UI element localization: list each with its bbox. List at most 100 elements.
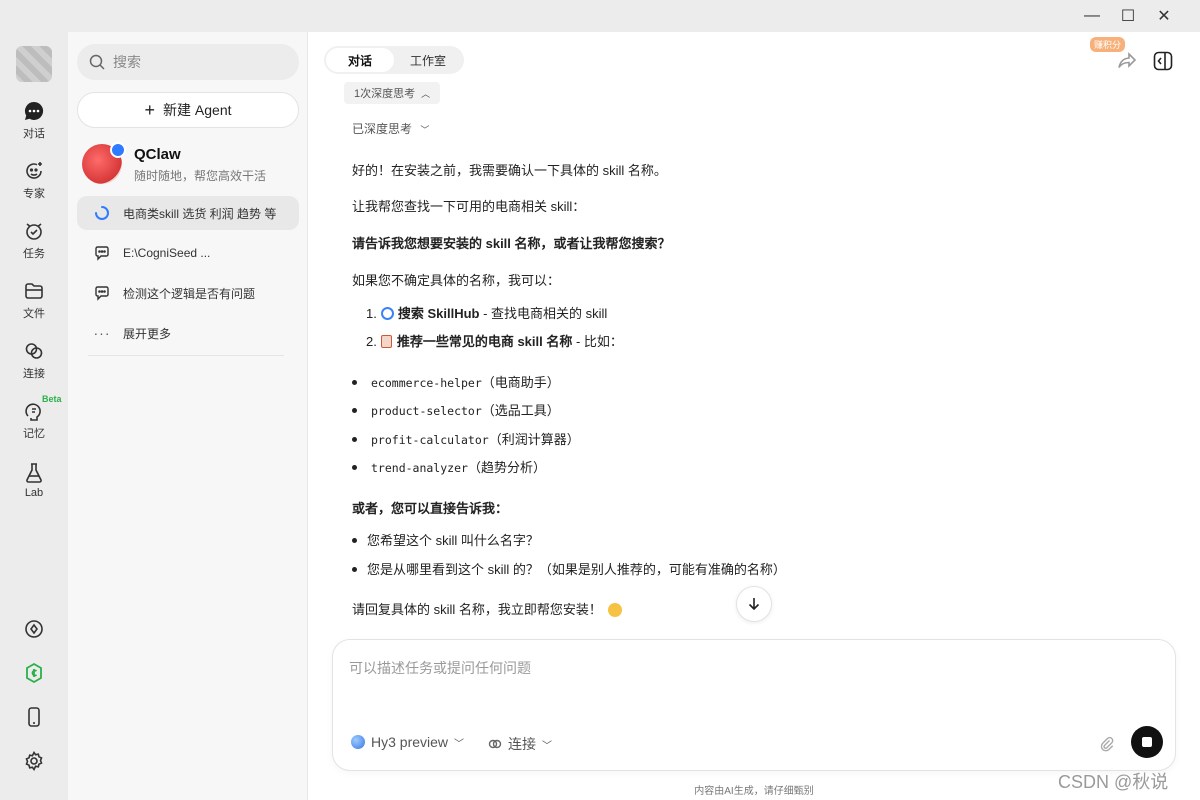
- bullet-dot: [352, 408, 357, 414]
- skill-list-item: trend-analyzer（趋势分析）: [352, 457, 546, 476]
- toggle-panel-button[interactable]: [1152, 50, 1174, 72]
- chat-item[interactable]: 检测这个逻辑是否有问题: [77, 276, 299, 310]
- attach-button[interactable]: [1097, 734, 1117, 754]
- chevron-up-icon: ︿: [421, 88, 431, 99]
- rail-item-files[interactable]: 文件: [0, 280, 68, 321]
- side-panel-icon: [1153, 51, 1173, 71]
- tab-chat[interactable]: 对话: [326, 48, 394, 72]
- share-arrow-icon: [1118, 52, 1137, 68]
- user-avatar[interactable]: [16, 46, 52, 82]
- expand-more-label: 展开更多: [123, 326, 172, 341]
- close-window-button[interactable]: ✕: [1154, 6, 1174, 26]
- chat-item[interactable]: E:\CogniSeed ...: [77, 236, 299, 270]
- model-name: Hy3 preview: [371, 734, 449, 750]
- ordered-list-item: 1. 搜索 SkillHub - 查找电商相关的 skill: [366, 303, 607, 322]
- deep-think-done-toggle[interactable]: 已深度思考 ﹀: [352, 120, 429, 137]
- agent-card[interactable]: QClaw 随时随地，帮您高效干活: [82, 142, 292, 188]
- rail-label: 专家: [23, 188, 45, 200]
- skill-code: ecommerce-helper: [371, 376, 482, 390]
- scroll-to-bottom-button[interactable]: [736, 586, 772, 622]
- rail-mobile-button[interactable]: [0, 706, 68, 728]
- chat-bubble-icon: [93, 285, 111, 301]
- skill-list-item: product-selector（选品工具）: [352, 400, 560, 419]
- plus-icon: +: [144, 100, 156, 120]
- chat-item-title: 电商类skill 选货 利润 趋势 等: [123, 206, 277, 221]
- chevron-down-icon: ﹀: [542, 740, 552, 752]
- rail-credits-button[interactable]: [0, 662, 68, 684]
- message-bold-paragraph: 或者，您可以直接告诉我：: [352, 501, 509, 516]
- new-agent-button[interactable]: + 新建 Agent: [77, 92, 299, 128]
- bullet-dot: [352, 465, 357, 471]
- chat-item-active[interactable]: 电商类skill 选货 利润 趋势 等: [77, 196, 299, 230]
- message-bold-paragraph: 请告诉我您想要安装的 skill 名称，或者让我帮您搜索？: [352, 236, 671, 251]
- bullet-dot: [352, 567, 357, 573]
- search-input[interactable]: [113, 54, 283, 70]
- chat-bubble-icon: [24, 101, 44, 120]
- deep-think-count-toggle[interactable]: 1次深度思考 ︿: [344, 82, 441, 104]
- stop-icon: [1142, 737, 1152, 747]
- stop-generation-button[interactable]: [1131, 726, 1163, 758]
- arrow-down-icon: [748, 598, 760, 611]
- list-bold-text: 搜索 SkillHub: [397, 306, 480, 321]
- connect-selector[interactable]: 连接 ﹀: [487, 734, 552, 754]
- rail-explore-button[interactable]: [0, 618, 68, 640]
- rail-item-expert[interactable]: 专家: [0, 160, 68, 201]
- expert-face-icon: [26, 162, 42, 179]
- prompt-input[interactable]: [349, 658, 1149, 708]
- watermark: CSDN @秋说: [1058, 772, 1169, 792]
- tab-studio[interactable]: 工作室: [394, 48, 462, 72]
- agent-subtitle: 随时随地，帮您高效干活: [134, 169, 267, 183]
- rail-settings-button[interactable]: [0, 750, 68, 772]
- deep-think-count: 1次深度思考: [354, 88, 416, 100]
- flask-icon: [26, 463, 42, 483]
- magnifier-emoji-icon: [380, 307, 394, 321]
- list-rest-text: - 比如：: [572, 334, 623, 349]
- compass-icon: [25, 620, 43, 638]
- loading-spinner-icon: [93, 205, 111, 221]
- rail-item-task[interactable]: 任务: [0, 220, 68, 261]
- minimize-button[interactable]: —: [1082, 6, 1102, 26]
- rail-item-lab[interactable]: Lab: [0, 462, 68, 499]
- title-bar: — ☐ ✕: [0, 0, 1200, 32]
- skill-desc: （利润计算器）: [488, 432, 580, 447]
- expand-more-button[interactable]: ··· 展开更多: [77, 316, 299, 350]
- gear-icon: [25, 750, 43, 772]
- folder-icon: [25, 283, 43, 299]
- maximize-button[interactable]: ☐: [1118, 6, 1138, 26]
- maximize-icon: ☐: [1120, 8, 1136, 25]
- link-icon: [25, 343, 43, 359]
- mode-tabs: 对话 工作室: [324, 46, 464, 74]
- sidebar: + 新建 Agent QClaw 随时随地，帮您高效干活 电商类skill 选货…: [68, 32, 308, 800]
- search-icon: [89, 54, 105, 70]
- bullet-dot: [352, 437, 357, 443]
- rail-label: Lab: [24, 487, 44, 499]
- skill-list-item: profit-calculator（利润计算器）: [352, 429, 580, 448]
- share-button[interactable]: [1116, 50, 1138, 72]
- list-bold-text: 推荐一些常见的电商 skill 名称: [396, 334, 573, 349]
- message-paragraph: 让我帮您查找一下可用的电商相关 skill：: [352, 199, 586, 214]
- chevron-down-icon: ﹀: [454, 738, 465, 750]
- bullet-dot: [352, 380, 357, 386]
- rail-item-connect[interactable]: 连接: [0, 340, 68, 381]
- question-text: 您希望这个 skill 叫什么名字？: [367, 533, 539, 548]
- paperclip-icon: [1100, 736, 1114, 752]
- rail-item-chat[interactable]: 对话: [0, 100, 68, 141]
- deep-think-done-label: 已深度思考: [352, 122, 413, 136]
- question-list-item: 您希望这个 skill 叫什么名字？: [352, 530, 539, 549]
- message-paragraph: 好的！在安装之前，我需要确认一下具体的 skill 名称。: [352, 163, 667, 178]
- rail-label: 文件: [23, 308, 45, 320]
- chat-item-title: 检测这个逻辑是否有问题: [123, 286, 256, 301]
- link-icon: [488, 739, 502, 749]
- minimize-icon: —: [1084, 7, 1100, 24]
- skill-desc: （电商助手）: [481, 375, 560, 390]
- chevron-down-icon: ﹀: [420, 125, 430, 135]
- search-box[interactable]: [77, 44, 299, 80]
- rail-item-memory[interactable]: Beta 记忆: [0, 394, 68, 441]
- chat-bubble-icon: [93, 245, 111, 261]
- skill-list-item: ecommerce-helper（电商助手）: [352, 372, 560, 391]
- skill-code: product-selector: [371, 404, 482, 418]
- model-selector[interactable]: Hy3 preview ﹀: [351, 734, 464, 750]
- composer: Hy3 preview ﹀ 连接 ﹀: [332, 639, 1176, 771]
- chat-item-title: E:\CogniSeed ...: [123, 246, 211, 260]
- more-dots-icon: ···: [93, 325, 111, 341]
